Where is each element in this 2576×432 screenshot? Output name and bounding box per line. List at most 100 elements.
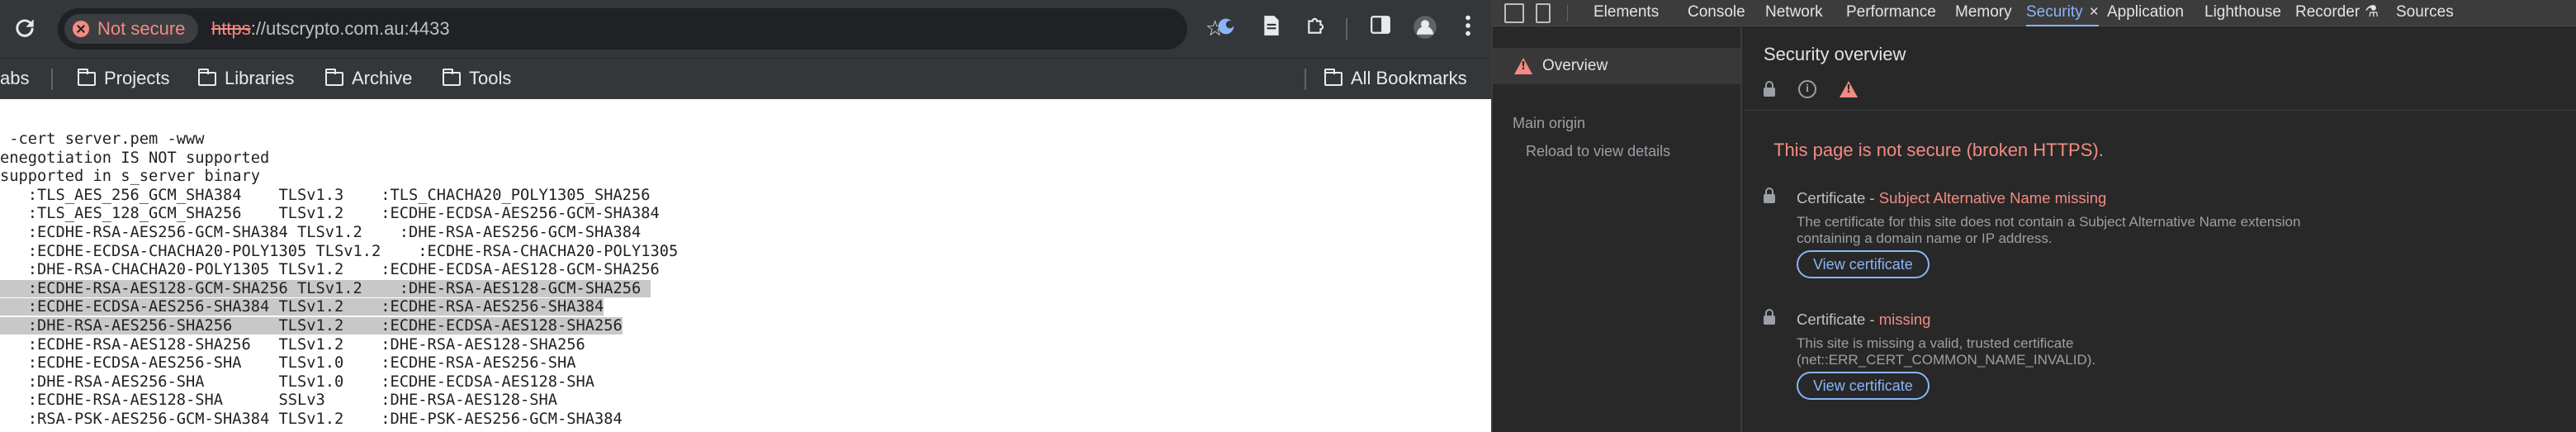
output-line: enegotiation IS NOT supported [0, 150, 1491, 169]
output-line-text: -cert server.pem -www [0, 131, 205, 148]
output-line-text: :DHE-RSA-AES256-SHA256 TLSv1.2 :ECDHE-EC… [0, 316, 623, 335]
extension-icon[interactable] [1214, 15, 1240, 41]
certificate-description: This site is missing a valid, trusted ce… [1797, 335, 2096, 368]
sidebar-reload-hint[interactable]: Reload to view details [1526, 143, 1670, 160]
tab-recorder[interactable]: Recorder ⚗ [2295, 0, 2379, 26]
security-headline: This page is not secure (broken HTTPS). [1773, 140, 2104, 160]
tab-network[interactable]: Network [1765, 0, 1823, 26]
output-line: :TLS_AES_256_GCM_SHA384 TLSv1.3 :TLS_CHA… [0, 187, 1491, 206]
tab-label: Network [1765, 3, 1823, 21]
page-content-output: -cert server.pem -www enegotiation IS NOT… [0, 99, 1491, 432]
profile-avatar-icon[interactable] [1412, 15, 1438, 41]
all-bookmarks-label: All Bookmarks [1351, 68, 1467, 88]
bookmark-folder-projects[interactable]: Projects [78, 65, 169, 92]
certificate-dash: - [1865, 311, 1879, 328]
warning-icon [1514, 58, 1532, 74]
tab-label: Performance [1846, 3, 1936, 21]
sidebar-item-label: Overview [1542, 57, 1608, 74]
certificate-issue-missing: Certificate - missing This site is missi… [1764, 309, 2507, 401]
security-chip-label: Not secure [97, 18, 186, 39]
tab-lighthouse[interactable]: Lighthouse [2204, 0, 2281, 26]
tab-label: Elements [1593, 3, 1660, 21]
document-icon[interactable] [1258, 15, 1285, 41]
tab-label: Memory [1955, 3, 2012, 21]
all-bookmarks-button[interactable]: All Bookmarks [1324, 65, 1467, 92]
certificate-status: missing [1878, 311, 1931, 328]
tab-elements[interactable]: Elements [1593, 0, 1659, 26]
puzzle-extensions-icon[interactable] [1303, 15, 1329, 41]
view-certificate-button[interactable]: View certificate [1797, 250, 1930, 278]
devtools-tabbar: Elements Console Network Performance Memory S… [1493, 0, 2576, 26]
not-secure-icon [73, 21, 89, 37]
output-line-text: :ECDHE-RSA-AES128-SHA256 TLSv1.2 :DHE-RS… [0, 335, 585, 354]
folder-icon [443, 68, 461, 86]
address-bar[interactable]: Not secure https://utscrypto.com.au:4433… [58, 8, 1224, 50]
output-line: :DHE-RSA-CHACHA20-POLY1305 TLSv1.2 :ECDH… [0, 261, 1491, 280]
output-line: :ECDHE-RSA-AES128-SHA SSLv3 :DHE-RSA-AES… [0, 392, 1491, 411]
certificate-label: Certificate [1797, 311, 1866, 328]
folder-icon [1324, 68, 1342, 86]
tab-label: Security [2026, 3, 2083, 21]
bookmark-partial-label: abs [0, 68, 30, 88]
output-line: :ECDHE-RSA-AES128-SHA256 TLSv1.2 :DHE-RS… [0, 336, 1491, 355]
lock-icon [1764, 309, 1775, 325]
page-title: Security overview [1764, 44, 1906, 64]
certificate-label: Certificate [1797, 189, 1866, 207]
output-line: :ECDHE-RSA-AES128-GCM-SHA256 TLSv1.2 :DH… [0, 279, 1491, 299]
devtools-panel: Elements Console Network Performance Memory S… [1491, 0, 2576, 432]
tab-memory[interactable]: Memory [1955, 0, 2012, 26]
tab-console[interactable]: Console [1688, 0, 1745, 26]
reload-icon[interactable] [12, 15, 38, 41]
sidebar-section-main-origin: Main origin [1513, 115, 1586, 131]
output-line: :ECDHE-ECDSA-AES256-SHA TLSv1.0 :ECDHE-R… [0, 354, 1491, 373]
folder-icon [325, 68, 343, 86]
output-line-text: :ECDHE-RSA-AES256-GCM-SHA384 TLSv1.2 :DH… [0, 223, 642, 241]
info-icon: i [1798, 80, 1816, 98]
bookmark-partial[interactable]: abs [0, 65, 29, 92]
inspect-element-icon[interactable] [1504, 3, 1524, 23]
certificate-description: The certificate for this site does not c… [1797, 214, 2301, 246]
menu-kebab-icon[interactable] [1455, 15, 1481, 41]
divider [1744, 110, 2576, 111]
tab-performance[interactable]: Performance [1846, 0, 1936, 26]
output-line-text: :RSA-PSK-AES256-GCM-SHA384 TLSv1.2 :DHE-… [0, 410, 623, 428]
output-line: :RSA-PSK-AES256-GCM-SHA384 TLSv1.2 :DHE-… [0, 411, 1491, 430]
tabbar-divider [1567, 5, 1568, 21]
close-tab-icon[interactable]: × [2090, 3, 2099, 21]
folder-icon [198, 68, 216, 86]
output-line-text: supported in s_server binary [0, 168, 261, 186]
security-chip[interactable]: Not secure [64, 14, 199, 44]
bookmarks-divider [51, 69, 53, 90]
certificate-heading: Certificate - missing [1797, 311, 1930, 329]
bookmarks-bar: abs Projects Libraries Archive Tools All… [0, 58, 1491, 99]
output-line: :ECDHE-ECDSA-AES256-SHA384 TLSv1.2 :ECDH… [0, 298, 1491, 317]
bookmark-folder-libraries[interactable]: Libraries [198, 65, 294, 92]
url-host: ://utscrypto.com.au:4433 [250, 18, 450, 39]
tab-security[interactable]: Security × [2026, 0, 2099, 26]
tab-label: Recorder [2295, 3, 2361, 21]
security-sidebar: Overview Main origin Reload to view deta… [1493, 27, 1742, 432]
output-line-text: :DHE-RSA-AES256-SHA TLSv1.0 :ECDHE-ECDSA… [0, 373, 595, 391]
view-certificate-button[interactable]: View certificate [1797, 372, 1930, 400]
tab-application[interactable]: Application [2107, 0, 2184, 26]
tab-label: Application [2107, 3, 2184, 21]
output-line-text: :ECDHE-RSA-AES128-GCM-SHA256 TLSv1.2 :DH… [0, 279, 651, 297]
output-line: :ECDHE-RSA-AES256-GCM-SHA384 TLSv1.2 :DH… [0, 224, 1491, 243]
side-panel-icon[interactable] [1367, 15, 1394, 41]
bookmark-folder-tools[interactable]: Tools [443, 65, 511, 92]
output-line: -cert server.pem -www [0, 131, 1491, 150]
device-toolbar-icon[interactable] [1536, 3, 1551, 23]
output-line: :DHE-RSA-AES256-SHA TLSv1.0 :ECDHE-ECDSA… [0, 373, 1491, 392]
security-state-icons: i [1764, 80, 1858, 98]
output-line: supported in s_server binary [0, 168, 1491, 187]
tab-sources[interactable]: Sources [2396, 0, 2454, 26]
url-text[interactable]: https://utscrypto.com.au:4433 [211, 18, 450, 40]
flask-icon: ⚗ [2365, 3, 2379, 21]
bookmark-folder-label: Archive [352, 68, 413, 88]
sidebar-item-overview[interactable]: Overview [1493, 48, 1740, 84]
bookmark-folder-archive[interactable]: Archive [325, 65, 412, 92]
output-line-text: :DHE-RSA-CHACHA20-POLY1305 TLSv1.2 :ECDH… [0, 261, 670, 279]
browser-window: Not secure https://utscrypto.com.au:4433… [0, 0, 1491, 432]
output-line: :TLS_AES_128_GCM_SHA256 TLSv1.2 :ECDHE-E… [0, 205, 1491, 224]
bookmarks-divider [1305, 69, 1306, 90]
